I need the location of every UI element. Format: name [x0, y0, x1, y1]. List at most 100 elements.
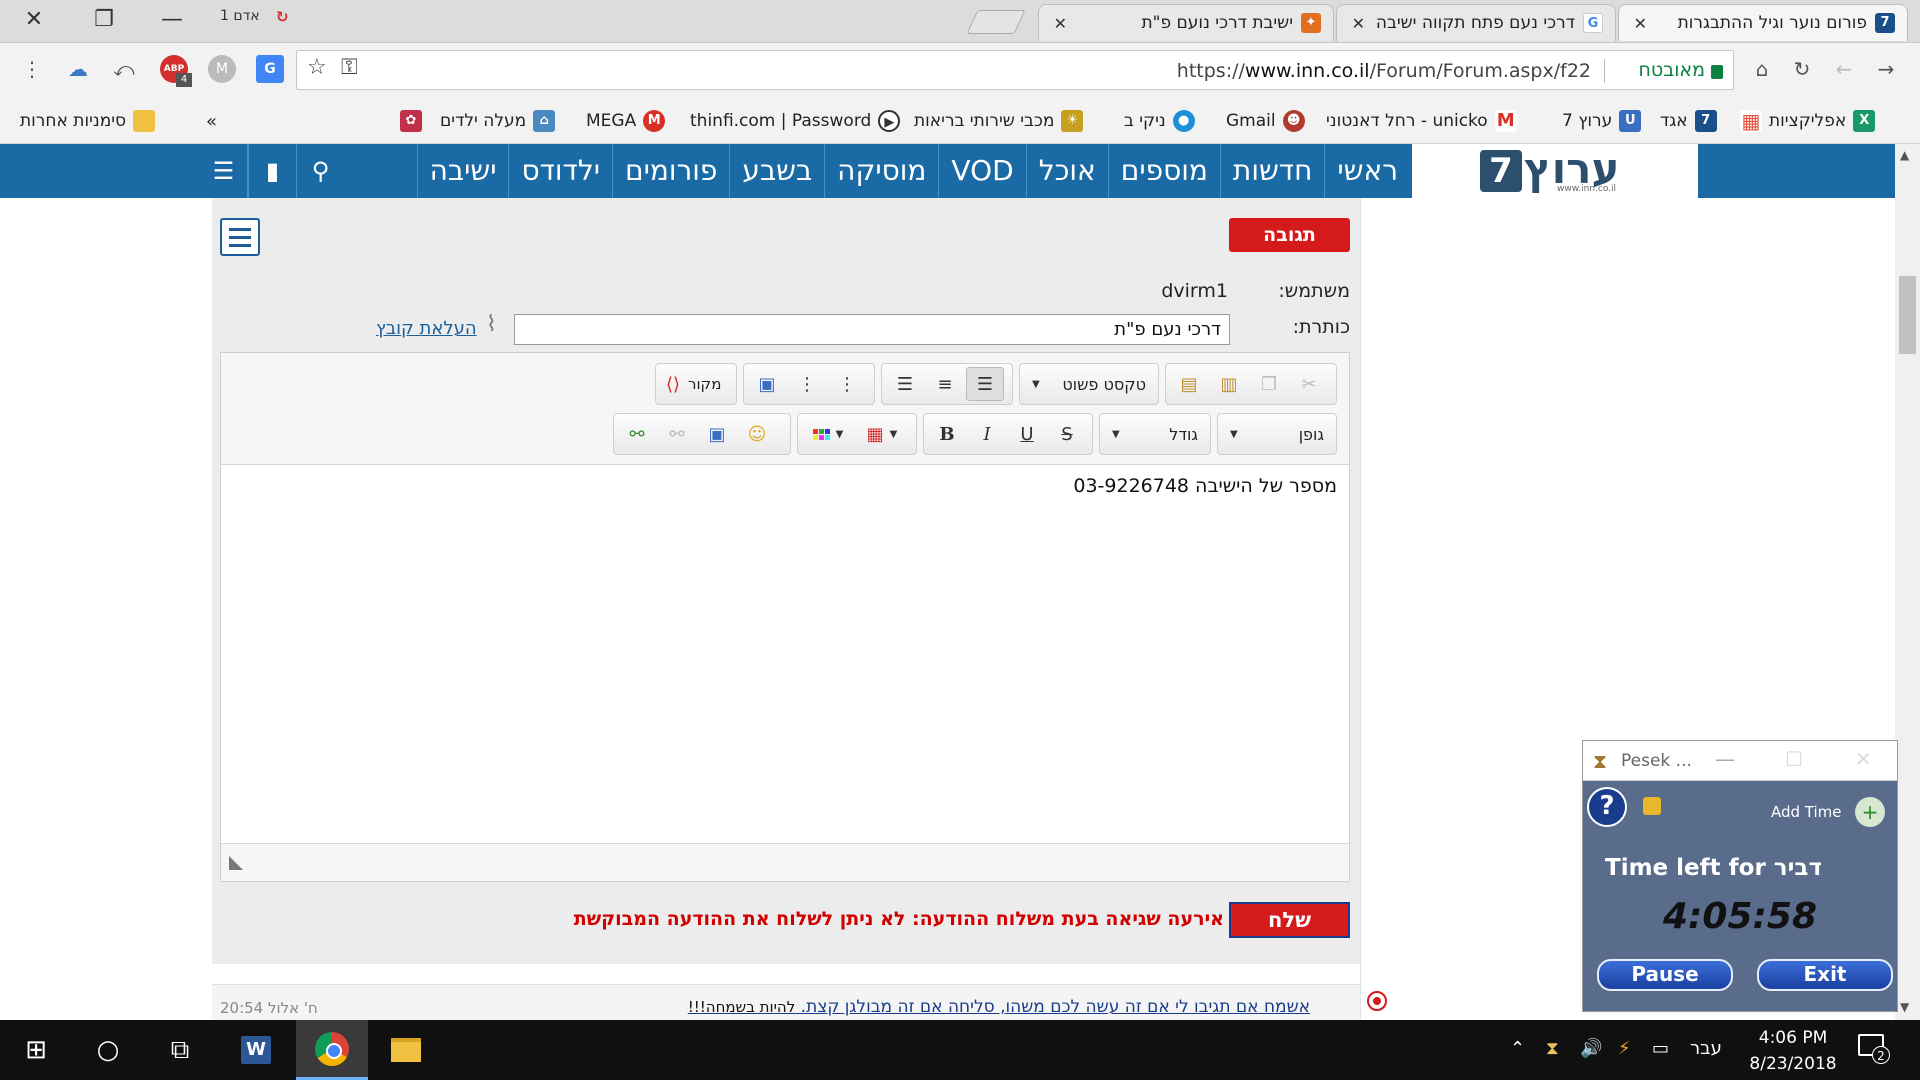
forward-icon[interactable]: ←	[1830, 55, 1858, 83]
clock-date[interactable]: 8/23/2018	[1744, 1054, 1842, 1074]
reload-icon[interactable]: ↻	[1788, 55, 1816, 83]
window-minimize-button[interactable]: —	[148, 0, 196, 40]
nav-item-home[interactable]: ראשי	[1324, 144, 1410, 198]
home-icon[interactable]: ⌂	[1748, 55, 1776, 83]
tray-overflow-icon[interactable]: ⌃	[1510, 1038, 1525, 1059]
nav-item-yeshiva[interactable]: ישיבה	[416, 144, 509, 198]
bookmark-unicko[interactable]: M unicko - רחל דאנטוני	[1326, 108, 1517, 134]
taskbar-word[interactable]: W	[220, 1020, 292, 1080]
send-button[interactable]: שלח	[1229, 902, 1350, 938]
bookmarks-more-button[interactable]: »	[206, 108, 217, 134]
nav-item-music[interactable]: מוסיקה	[824, 144, 938, 198]
resize-handle-icon[interactable]	[229, 856, 243, 870]
copy-icon[interactable]: ❐	[1250, 367, 1288, 401]
nav-item-food[interactable]: אוכל	[1025, 144, 1108, 198]
image-insert-icon[interactable]: ▣	[748, 367, 786, 401]
text-color-icon[interactable]: ▼	[802, 417, 854, 451]
tray-power-icon[interactable]: ⚡	[1618, 1038, 1631, 1059]
align-center-icon[interactable]: ≡	[926, 367, 964, 401]
tab-google-search[interactable]: G דרכי נעם פתח תקווה ישיבה ✕	[1336, 4, 1616, 41]
bullet-list-icon[interactable]: ⋮	[828, 367, 866, 401]
bookmark-apps[interactable]: X אפליקציות ▦	[1740, 108, 1876, 134]
tray-language[interactable]: עבר	[1690, 1038, 1722, 1059]
tab-forum-active[interactable]: 7 פורום נוער וגיל ההתבגרות ✕	[1618, 4, 1908, 41]
profile-label[interactable]: אדם 1	[220, 8, 260, 24]
upload-file-link[interactable]: העלאת קובץ	[376, 318, 477, 339]
link-extension-icon[interactable]: ⤺	[110, 55, 138, 83]
cut-icon[interactable]: ✂	[1290, 367, 1328, 401]
source-button[interactable]: ⟨⟩ מקור	[655, 363, 737, 405]
bookmark-gmail[interactable]: ☻ Gmail	[1226, 108, 1305, 134]
pause-button[interactable]: Pause	[1597, 959, 1733, 991]
pesek-minimize-button[interactable]: —	[1715, 747, 1735, 771]
tray-volume-icon[interactable]: 🔊	[1580, 1038, 1602, 1059]
window-restore-button[interactable]: ❐	[80, 0, 128, 40]
clock-time[interactable]: 4:06 PM	[1748, 1028, 1838, 1048]
bookmark-egged[interactable]: 7 אגד	[1660, 108, 1717, 134]
font-combo[interactable]: גופן ▼	[1217, 413, 1337, 455]
editor-content[interactable]: מספר של הישיבה 03-9226748	[221, 467, 1349, 843]
translate-extension-icon[interactable]: G	[256, 55, 284, 83]
site-logo[interactable]: 7 ערוץ www.inn.co.il	[1412, 144, 1698, 198]
nav-item-forums[interactable]: פורומים	[612, 144, 729, 198]
add-time-icon[interactable]: +	[1855, 797, 1885, 827]
tray-network-icon[interactable]: ▭	[1652, 1038, 1669, 1059]
align-right-icon[interactable]: ☰	[966, 367, 1004, 401]
new-tab-button[interactable]	[966, 10, 1026, 34]
window-close-button[interactable]: ✕	[10, 0, 58, 40]
unlink-icon[interactable]: ⚯	[658, 417, 696, 451]
m-extension-icon[interactable]: M	[208, 55, 236, 83]
page-scrollbar[interactable]: ▲ ▼	[1895, 144, 1920, 1020]
post-title-link[interactable]: אשמח אם תגיבו לי אם זה עשה לכם משהו, סלי…	[688, 997, 1310, 1017]
nav-item-kids[interactable]: ילדודס	[508, 144, 612, 198]
link-icon[interactable]: ⚯	[618, 417, 656, 451]
start-button[interactable]: ⊞	[0, 1020, 72, 1080]
list-menu-icon[interactable]	[220, 218, 260, 256]
size-combo[interactable]: גודל ▼	[1099, 413, 1211, 455]
paste-icon[interactable]: ▥	[1210, 367, 1248, 401]
add-time-label[interactable]: Add Time	[1771, 803, 1842, 821]
task-view-icon[interactable]: ⧉	[144, 1020, 216, 1080]
bookmark-niki[interactable]: ● ניקי ב	[1124, 108, 1195, 134]
bookmark-star-icon[interactable]: ☆	[307, 55, 327, 80]
url-text[interactable]: https://www.inn.co.il/Forum/Forum.aspx/f…	[1177, 60, 1591, 82]
nav-search-icon[interactable]: ⚲	[296, 144, 344, 198]
profile-sync-icon[interactable]: ↻	[276, 8, 289, 26]
chrome-menu-icon[interactable]: ⋮	[18, 55, 46, 83]
align-left-icon[interactable]: ☰	[886, 367, 924, 401]
scroll-thumb[interactable]	[1899, 276, 1916, 354]
bookmark-maale-yeladim[interactable]: ⌂ מעלה ילדים	[440, 108, 556, 134]
bookmark-thinfi[interactable]: ▶ thinfi.com | Password	[690, 108, 901, 134]
bookmark-mega[interactable]: M MEGA	[586, 108, 666, 134]
password-key-icon[interactable]: ⚿	[341, 55, 358, 80]
nav-item-besheva[interactable]: בשבע	[729, 144, 824, 198]
omnibox[interactable]: ☆ ⚿ https://www.inn.co.il/Forum/Forum.as…	[296, 50, 1734, 90]
tab-yeshiva[interactable]: ✦ ישיבת דרכי נועם פ"ת ✕	[1038, 4, 1334, 41]
bookmark-12[interactable]: ✿	[400, 108, 422, 134]
italic-button[interactable]: I	[968, 417, 1006, 451]
exit-button[interactable]: Exit	[1757, 959, 1893, 991]
back-icon[interactable]: →	[1872, 55, 1900, 83]
action-center-icon[interactable]: 2	[1858, 1034, 1890, 1064]
nav-menu-icon[interactable]: ☰	[200, 144, 248, 198]
search-icon[interactable]: ○	[72, 1020, 144, 1080]
taskbar-chrome[interactable]	[296, 1020, 368, 1080]
tray-hourglass-icon[interactable]: ⧗	[1546, 1038, 1559, 1059]
secure-indicator[interactable]: מאובטח	[1639, 59, 1723, 81]
cloud-extension-icon[interactable]: ☁	[64, 55, 92, 83]
nav-item-vod[interactable]: VOD	[938, 144, 1025, 198]
help-icon[interactable]: ?	[1587, 787, 1627, 827]
bookmark-arutz7[interactable]: U ערוץ 7	[1562, 108, 1642, 134]
tab-close-icon[interactable]: ✕	[1051, 14, 1067, 33]
scroll-up-icon[interactable]: ▲	[1900, 148, 1909, 162]
nav-item-supplements[interactable]: מוספים	[1107, 144, 1220, 198]
bookmark-other[interactable]: סימניות אחרות	[20, 108, 156, 134]
bookmark-maccabi[interactable]: ☀ מכבי שירותי בריאות	[914, 108, 1084, 134]
pesek-titlebar[interactable]: ⧗ Pesek ... — ☐ ✕	[1583, 741, 1897, 781]
tab-close-icon[interactable]: ✕	[1349, 14, 1365, 33]
table-icon[interactable]: ▦ ▼	[856, 417, 908, 451]
subject-input[interactable]	[514, 314, 1230, 345]
paste-special-icon[interactable]: ▤	[1170, 367, 1208, 401]
insert-image-icon[interactable]: ▣	[698, 417, 736, 451]
tab-close-icon[interactable]: ✕	[1631, 14, 1647, 33]
